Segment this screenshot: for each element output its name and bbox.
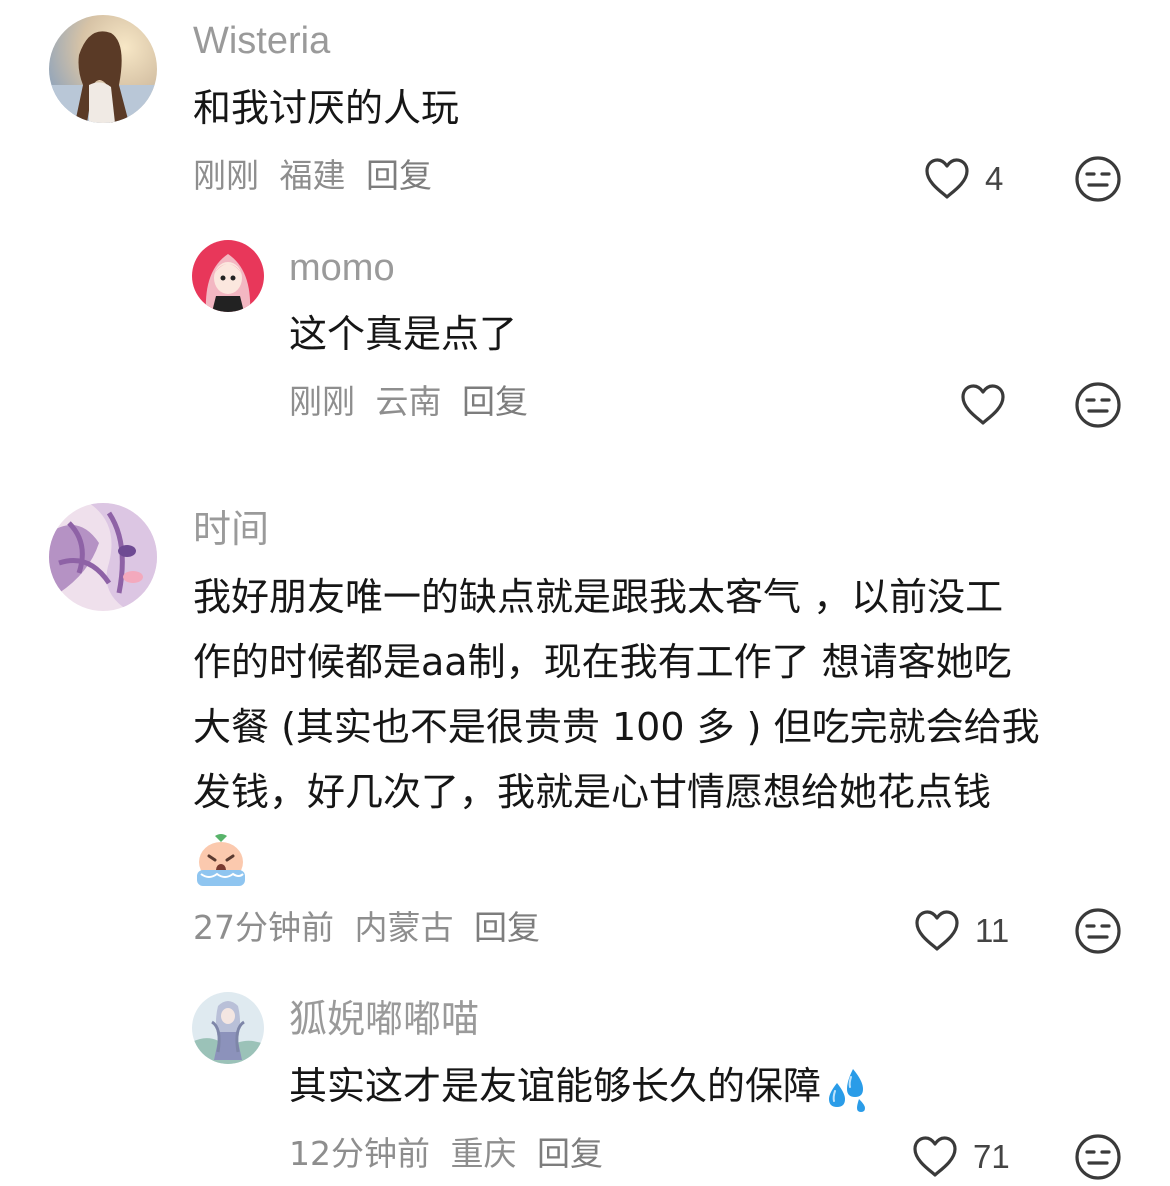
avatar[interactable] — [49, 503, 157, 611]
comment-time: 刚刚 — [193, 156, 259, 195]
dislike-button[interactable] — [1073, 906, 1123, 956]
comment-text-line: 发钱，好几次了，我就是心甘情愿想给她花点钱 — [193, 770, 992, 814]
like-count: 11 — [975, 912, 1010, 949]
heart-outline-icon — [913, 1136, 957, 1177]
comment-location: 云南 — [375, 382, 442, 421]
comment-meta: 刚刚 福建 回复 — [193, 156, 442, 196]
username[interactable]: momo — [289, 245, 395, 291]
sweat-droplets-emoji — [829, 1068, 866, 1112]
emoji-line — [193, 825, 1133, 890]
dislike-button[interactable] — [1073, 1132, 1123, 1182]
comment-text: 其实这才是友谊能够长久的保障 — [289, 1054, 871, 1119]
neutral-face-icon — [1075, 382, 1121, 428]
comment-time: 刚刚 — [289, 382, 355, 421]
avatar[interactable] — [192, 992, 264, 1064]
comment-time: 27分钟前 — [193, 908, 334, 947]
username[interactable]: 时间 — [193, 507, 269, 553]
neutral-face-icon — [1075, 1134, 1121, 1180]
comment-location: 重庆 — [450, 1134, 517, 1173]
neutral-face-icon — [1075, 908, 1121, 954]
like-button[interactable] — [959, 380, 1007, 430]
neutral-face-icon — [1075, 156, 1121, 202]
avatar[interactable] — [192, 240, 264, 312]
avatar[interactable] — [49, 15, 157, 123]
reply-button[interactable]: 回复 — [537, 1134, 603, 1173]
comment-meta: 刚刚 云南 回复 — [289, 382, 538, 422]
reply-button[interactable]: 回复 — [462, 382, 528, 421]
username[interactable]: Wisteria — [193, 18, 330, 64]
comment-location: 内蒙古 — [354, 908, 454, 947]
dislike-button[interactable] — [1073, 380, 1123, 430]
like-count: 71 — [973, 1138, 1010, 1175]
like-button[interactable]: 4 — [923, 154, 1003, 204]
like-button[interactable]: 11 — [913, 906, 1009, 956]
reply-button[interactable]: 回复 — [474, 908, 540, 947]
comment-text-line: 大餐 (其实也不是很贵贵 100 多 ) 但吃完就会给我 — [193, 705, 1040, 749]
comment-meta: 27分钟前 内蒙古 回复 — [193, 908, 550, 948]
comment-meta: 12分钟前 重庆 回复 — [289, 1134, 613, 1174]
comment-text-line: 我好朋友唯一的缺点就是跟我太客气 ，以前没工 — [193, 575, 1004, 619]
comment-text-line: 作的时候都是aa制，现在我有工作了 想请客她吃 — [193, 640, 1012, 684]
comment-time: 12分钟前 — [289, 1134, 430, 1173]
comment-text: 这个真是点了 — [289, 312, 518, 356]
heart-outline-icon — [961, 384, 1005, 425]
like-button[interactable]: 71 — [911, 1132, 1010, 1182]
comment-text: 我好朋友唯一的缺点就是跟我太客气 ，以前没工 作的时候都是aa制，现在我有工作了… — [193, 565, 1133, 890]
heart-outline-icon — [925, 158, 969, 199]
comment-text-content: 其实这才是友谊能够长久的保障 — [289, 1064, 822, 1108]
crying-face-emoji — [197, 833, 245, 886]
dislike-button[interactable] — [1073, 154, 1123, 204]
heart-outline-icon — [915, 910, 959, 951]
username[interactable]: 狐婗嘟嘟喵 — [289, 997, 479, 1043]
comment-location: 福建 — [279, 156, 346, 195]
reply-button[interactable]: 回复 — [366, 156, 432, 195]
comment-text: 和我讨厌的人玩 — [193, 86, 460, 130]
like-count: 4 — [985, 160, 1004, 197]
